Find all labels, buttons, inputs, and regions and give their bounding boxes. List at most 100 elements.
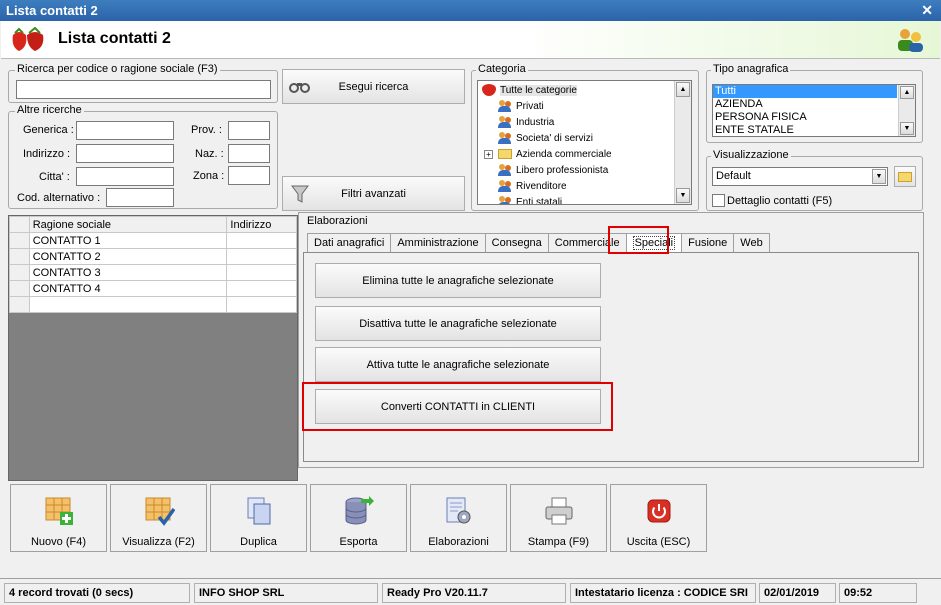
row-indicator bbox=[9, 248, 30, 265]
tab-web[interactable]: Web bbox=[733, 233, 770, 253]
advanced-filters-button[interactable]: Filtri avanzati bbox=[282, 176, 465, 211]
table-row[interactable]: CONTATTO 4 bbox=[9, 280, 297, 297]
deactivate-selected-button[interactable]: Disattiva tutte le anagrafiche seleziona… bbox=[315, 306, 601, 341]
scroll-down-icon[interactable]: ▼ bbox=[900, 122, 914, 135]
scroll-down-icon[interactable]: ▼ bbox=[676, 188, 690, 203]
category-item[interactable]: Tutte le categorie bbox=[482, 82, 691, 98]
other-search-legend: Altre ricerche bbox=[15, 104, 84, 116]
view-select[interactable]: Default ▼ bbox=[712, 167, 888, 186]
tab-dati-anagrafici[interactable]: Dati anagrafici bbox=[307, 233, 392, 253]
category-scrollbar[interactable]: ▲ ▼ bbox=[674, 81, 691, 204]
close-icon[interactable]: ✕ bbox=[921, 2, 933, 19]
category-item[interactable]: + Azienda commerciale bbox=[482, 146, 691, 162]
delete-selected-button[interactable]: Elimina tutte le anagrafiche selezionate bbox=[315, 263, 601, 298]
expand-icon[interactable]: + bbox=[484, 149, 493, 159]
duplicate-button[interactable]: Duplica bbox=[210, 484, 307, 552]
window-title-bar: Lista contatti 2 bbox=[0, 0, 941, 21]
status-records: 4 record trovati (0 secs) bbox=[4, 583, 190, 603]
people-icon bbox=[498, 180, 512, 192]
dettaglio-checkbox[interactable] bbox=[712, 194, 725, 207]
scroll-up-icon[interactable]: ▲ bbox=[676, 82, 690, 97]
column-header[interactable]: Indirizzo bbox=[226, 216, 297, 233]
strawberry-icon bbox=[482, 84, 496, 96]
export-button[interactable]: Esporta bbox=[310, 484, 407, 552]
folder-icon bbox=[898, 171, 912, 182]
category-item[interactable]: Societa' di servizi bbox=[482, 130, 691, 146]
tipo-scrollbar[interactable]: ▲ ▼ bbox=[898, 85, 915, 136]
tipo-anagrafica-list[interactable]: Tutti AZIENDA PERSONA FISICA ENTE STATAL… bbox=[712, 84, 916, 137]
list-item[interactable]: AZIENDA bbox=[713, 98, 915, 111]
table-cell[interactable]: CONTATTO 2 bbox=[28, 248, 228, 265]
table-header-row: Ragione sociale Indirizzo bbox=[9, 216, 297, 233]
table-cell[interactable]: CONTATTO 3 bbox=[28, 264, 228, 281]
new-button-label: Nuovo (F4) bbox=[30, 536, 87, 548]
table-cell[interactable] bbox=[226, 248, 297, 265]
people-icon bbox=[498, 116, 512, 128]
category-item[interactable]: Libero professionista bbox=[482, 162, 691, 178]
table-cell[interactable] bbox=[226, 296, 297, 313]
table-cell[interactable] bbox=[226, 264, 297, 281]
table-row[interactable]: CONTATTO 3 bbox=[9, 264, 297, 281]
prov-label: Prov. : bbox=[191, 124, 222, 136]
header-banner: Lista contatti 2 bbox=[1, 21, 940, 59]
indirizzo-label: Indirizzo : bbox=[23, 148, 71, 160]
table-row[interactable] bbox=[9, 296, 297, 313]
category-item[interactable]: Privati bbox=[482, 98, 691, 114]
duplicate-icon bbox=[247, 497, 270, 525]
grid-add-icon bbox=[45, 497, 73, 525]
view-button[interactable]: Visualizza (F2) bbox=[110, 484, 207, 552]
citta-input[interactable] bbox=[76, 167, 174, 186]
search-input[interactable] bbox=[16, 80, 271, 99]
tab-consegna[interactable]: Consegna bbox=[484, 233, 549, 253]
zona-input[interactable] bbox=[228, 166, 270, 185]
grid-check-icon bbox=[145, 497, 175, 526]
contacts-grid[interactable]: Ragione sociale Indirizzo CONTATTO 1 CON… bbox=[8, 215, 298, 481]
cod-alternativo-input[interactable] bbox=[106, 188, 174, 207]
activate-selected-button[interactable]: Attiva tutte le anagrafiche selezionate bbox=[315, 347, 601, 382]
status-license: Intestatario licenza : CODICE SRI bbox=[570, 583, 756, 603]
action-highlight-box bbox=[302, 382, 613, 431]
page-title: Lista contatti 2 bbox=[58, 30, 171, 47]
tab-fusione[interactable]: Fusione bbox=[681, 233, 735, 253]
print-button[interactable]: Stampa (F9) bbox=[510, 484, 607, 552]
indirizzo-input[interactable] bbox=[76, 144, 174, 163]
column-header[interactable]: Ragione sociale bbox=[28, 216, 228, 233]
category-item[interactable]: Rivenditore bbox=[482, 178, 691, 194]
naz-label: Naz. : bbox=[195, 148, 224, 160]
new-button[interactable]: Nuovo (F4) bbox=[10, 484, 107, 552]
prov-input[interactable] bbox=[228, 121, 270, 140]
exit-button[interactable]: Uscita (ESC) bbox=[610, 484, 707, 552]
elaborazioni-button[interactable]: Elaborazioni bbox=[410, 484, 507, 552]
table-cell[interactable] bbox=[226, 232, 297, 249]
scroll-up-icon[interactable]: ▲ bbox=[900, 86, 914, 99]
table-row[interactable]: CONTATTO 1 bbox=[9, 232, 297, 249]
tab-amministrazione[interactable]: Amministrazione bbox=[390, 233, 486, 253]
elaborazioni-legend: Elaborazioni bbox=[307, 215, 368, 227]
table-cell[interactable] bbox=[226, 280, 297, 297]
status-date: 02/01/2019 bbox=[759, 583, 836, 603]
zona-label: Zona : bbox=[193, 170, 225, 182]
power-exit-icon bbox=[647, 499, 670, 523]
generica-input[interactable] bbox=[76, 121, 174, 140]
row-indicator bbox=[9, 296, 30, 313]
open-folder-button[interactable] bbox=[894, 166, 916, 187]
list-item[interactable]: Tutti bbox=[713, 85, 897, 98]
export-button-label: Esporta bbox=[339, 536, 378, 548]
chevron-down-icon[interactable]: ▼ bbox=[872, 169, 886, 184]
status-bar: 4 record trovati (0 secs) INFO SHOP SRL … bbox=[0, 578, 941, 605]
table-cell[interactable]: CONTATTO 4 bbox=[28, 280, 228, 297]
search-legend: Ricerca per codice o ragione sociale (F3… bbox=[15, 63, 220, 75]
table-cell[interactable]: CONTATTO 1 bbox=[28, 232, 228, 249]
search-button[interactable]: Esegui ricerca bbox=[282, 69, 465, 104]
category-tree[interactable]: Tutte le categorie Privati Industria Soc… bbox=[477, 80, 692, 205]
print-button-label: Stampa (F9) bbox=[527, 536, 590, 548]
naz-input[interactable] bbox=[228, 144, 270, 163]
category-item[interactable]: Industria bbox=[482, 114, 691, 130]
list-item[interactable]: PERSONA FISICA bbox=[713, 111, 915, 124]
table-row[interactable]: CONTATTO 2 bbox=[9, 248, 297, 265]
table-cell[interactable] bbox=[28, 296, 228, 313]
row-indicator-header bbox=[9, 216, 30, 233]
category-legend: Categoria bbox=[476, 63, 528, 75]
category-item[interactable]: Enti statali bbox=[482, 194, 691, 204]
list-item[interactable]: ENTE STATALE bbox=[713, 124, 915, 136]
